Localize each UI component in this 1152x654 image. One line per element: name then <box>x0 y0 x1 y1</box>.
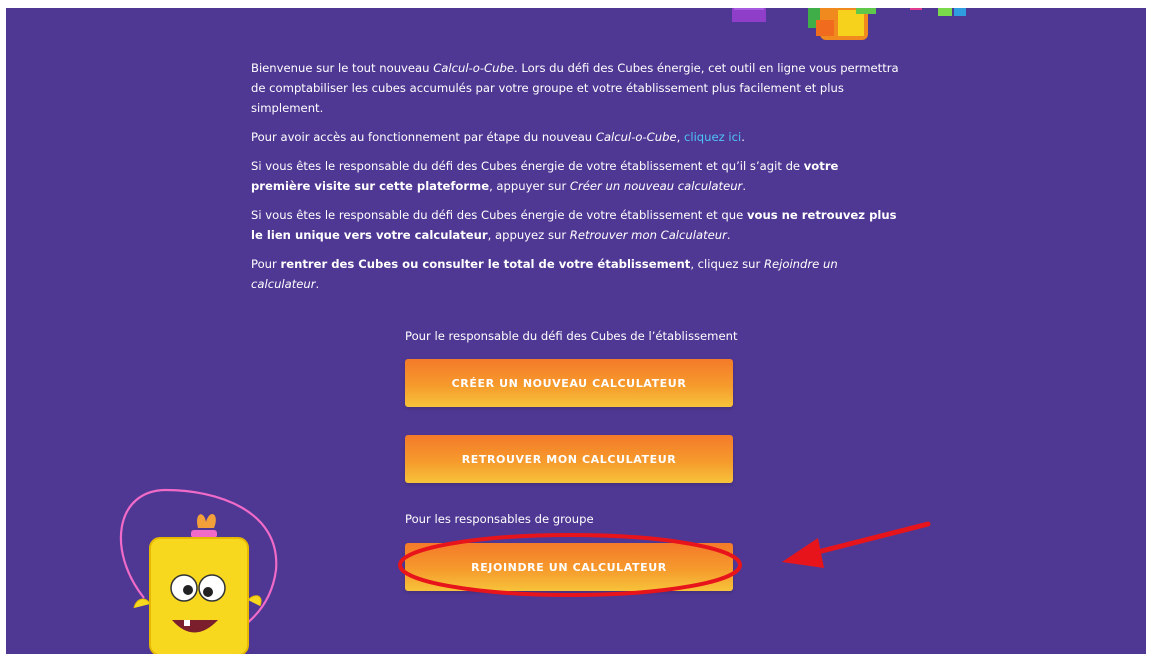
responsible-section-label: Pour le responsable du défi des Cubes de… <box>405 329 738 343</box>
create-calculator-button[interactable]: CRÉER UN NOUVEAU CALCULATEUR <box>405 359 733 407</box>
join-calculator-button[interactable]: REJOINDRE UN CALCULATEUR <box>405 543 733 591</box>
click-here-link[interactable]: cliquez ici <box>684 130 741 144</box>
find-calculator-button[interactable]: RETROUVER MON CALCULATEUR <box>405 435 733 483</box>
intro-paragraph-welcome: Bienvenue sur le tout nouveau Calcul-o-C… <box>251 61 899 115</box>
intro-paragraph-steps: Pour avoir accès au fonctionnement par é… <box>251 130 745 144</box>
mascot-icon <box>119 488 278 654</box>
intro-paragraph-first-visit: Si vous êtes le responsable du défi des … <box>251 159 839 193</box>
cubes-decoration-icon <box>732 8 966 40</box>
groups-section-label: Pour les responsables de groupe <box>405 512 594 526</box>
intro-paragraph-lost-link: Si vous êtes le responsable du défi des … <box>251 208 897 242</box>
intro-paragraph-join: Pour rentrer des Cubes ou consulter le t… <box>251 257 838 291</box>
page-background: Bienvenue sur le tout nouveau Calcul-o-C… <box>6 8 1146 654</box>
intro-text: Bienvenue sur le tout nouveau Calcul-o-C… <box>251 58 899 303</box>
